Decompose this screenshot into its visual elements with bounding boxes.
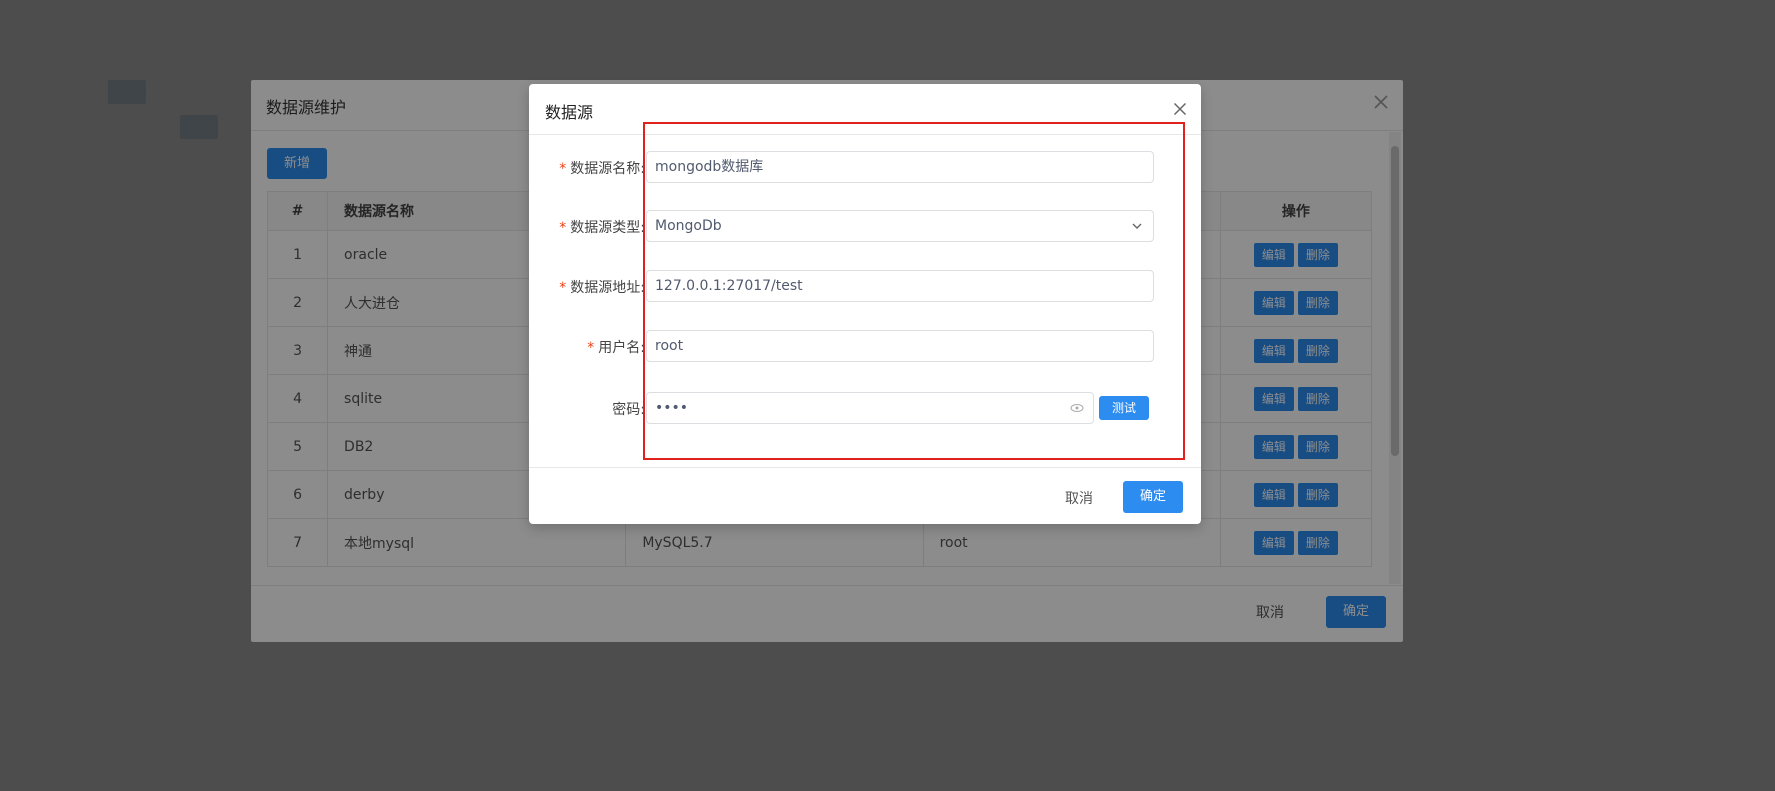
field-label: * 数据源类型: [559, 220, 645, 236]
form-row-address: * 数据源地址: 127.0.0.1:27017/test [529, 270, 1201, 302]
selected-value: MongoDb [655, 218, 722, 234]
required-mark: * [559, 220, 567, 236]
form-row-type: * 数据源类型: MongoDb [529, 210, 1201, 242]
field-label: * 用户名: [587, 340, 645, 356]
inner-dialog-header: 数据源 [529, 84, 1201, 135]
datasource-address-input[interactable]: 127.0.0.1:27017/test [646, 270, 1154, 302]
datasource-name-input[interactable]: mongodb数据库 [646, 151, 1154, 183]
close-icon[interactable] [1169, 98, 1191, 120]
field-label: * 数据源名称: [559, 161, 645, 177]
chevron-down-icon [1132, 223, 1142, 229]
field-label: * 数据源地址: [559, 280, 645, 296]
username-input[interactable]: root [646, 330, 1154, 362]
cancel-button[interactable]: 取消 [1065, 488, 1093, 508]
password-input[interactable]: •••• [646, 392, 1094, 424]
eye-icon[interactable] [1070, 402, 1084, 414]
test-connection-button[interactable]: 测试 [1099, 396, 1149, 420]
inner-dialog-title: 数据源 [545, 103, 594, 122]
form-row-password: 密码: •••• 测试 [529, 392, 1201, 424]
field-label: 密码: [612, 402, 645, 418]
ok-button[interactable]: 确定 [1123, 481, 1183, 513]
required-mark: * [587, 340, 595, 356]
form-row-username: * 用户名: root [529, 330, 1201, 362]
required-mark: * [559, 280, 567, 296]
form-row-name: * 数据源名称: mongodb数据库 [529, 151, 1201, 183]
inner-dialog-footer: 取消 确定 [529, 467, 1201, 524]
datasource-type-select[interactable]: MongoDb [646, 210, 1154, 242]
required-mark: * [559, 161, 567, 177]
datasource-form-dialog: 数据源 * 数据源名称: mongodb数据库 * 数据源类型: MongoDb *… [529, 84, 1201, 524]
